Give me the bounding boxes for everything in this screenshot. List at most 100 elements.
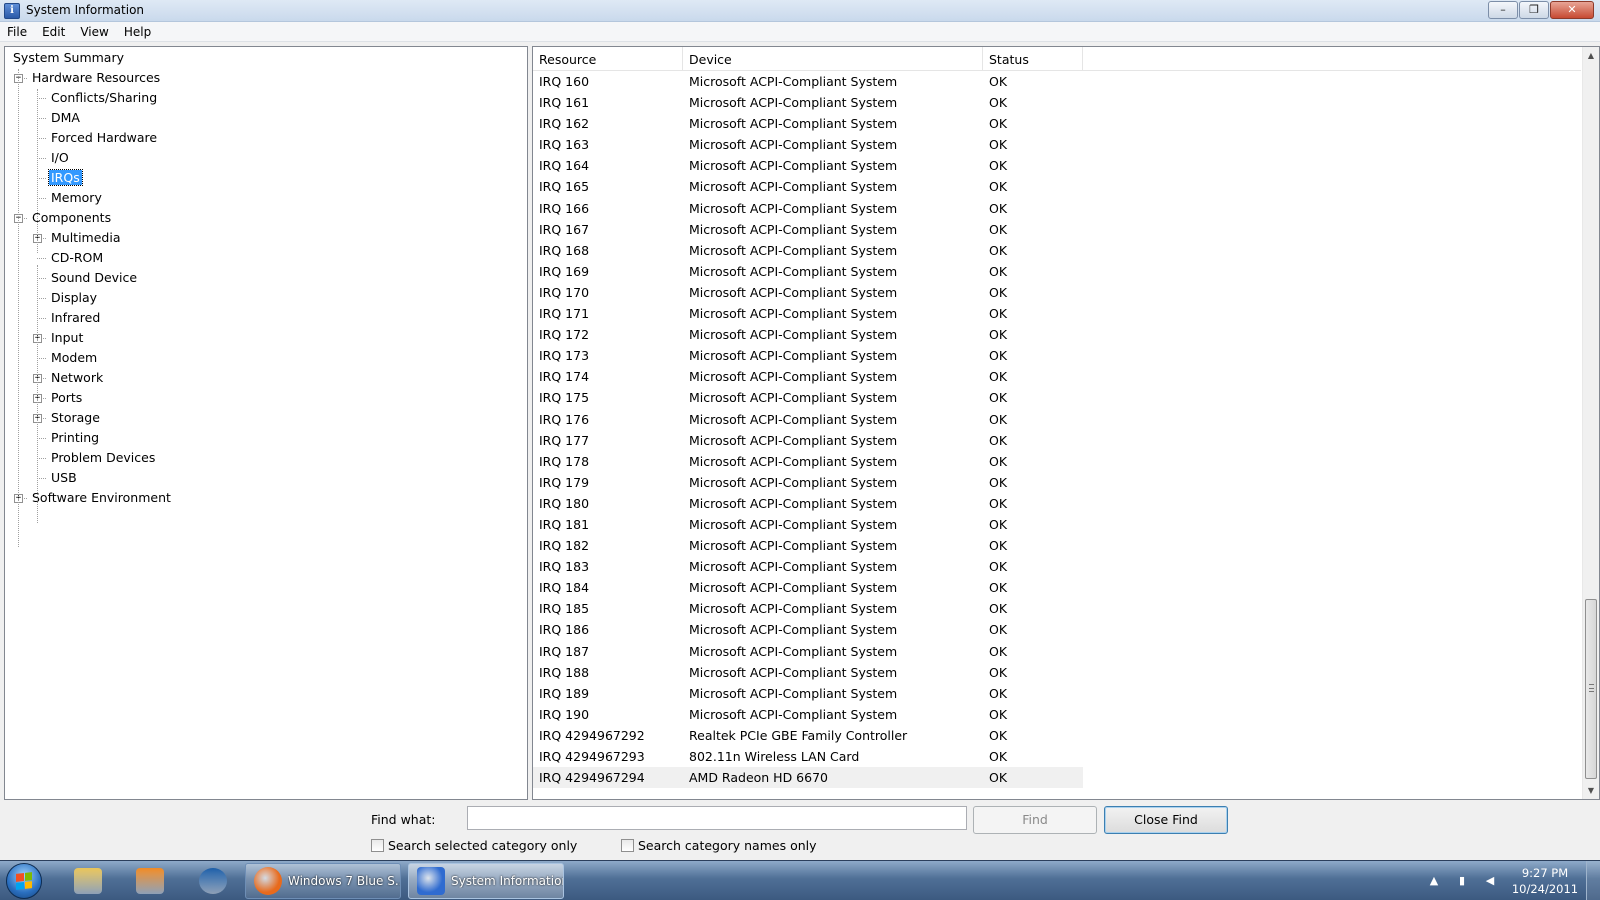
tree-item[interactable]: Hardware Resources — [30, 68, 162, 88]
table-row[interactable]: IRQ 185 Microsoft ACPI-Compliant System OK — [533, 598, 1581, 619]
tree-item[interactable]: Memory — [49, 188, 104, 208]
tree-item[interactable]: Conflicts/Sharing — [49, 88, 159, 108]
cell-device: Microsoft ACPI-Compliant System — [689, 263, 898, 279]
table-row[interactable]: IRQ 165 Microsoft ACPI-Compliant System OK — [533, 176, 1581, 197]
pinned-media-player[interactable] — [122, 865, 178, 897]
tree-item[interactable]: System Summary — [11, 48, 126, 68]
tree-item[interactable]: USB — [49, 468, 79, 488]
table-row[interactable]: IRQ 160 Microsoft ACPI-Compliant System OK — [533, 71, 1581, 92]
cell-resource: IRQ 168 — [539, 242, 590, 258]
menu-view[interactable]: View — [73, 25, 116, 39]
table-row[interactable]: IRQ 189 Microsoft ACPI-Compliant System OK — [533, 683, 1581, 704]
table-row[interactable]: IRQ 188 Microsoft ACPI-Compliant System OK — [533, 662, 1581, 683]
close-find-button[interactable]: Close Find — [1104, 806, 1228, 834]
show-desktop-button[interactable] — [1586, 861, 1600, 900]
category-tree[interactable]: System Summary Hardware Resources − Conflic… — [4, 46, 528, 800]
table-row[interactable]: IRQ 178 Microsoft ACPI-Compliant System OK — [533, 451, 1581, 472]
search-category-names-checkbox[interactable]: Search category names only — [621, 838, 817, 853]
tree-item[interactable]: Forced Hardware — [49, 128, 159, 148]
tree-item[interactable]: Multimedia — [49, 228, 123, 248]
table-row[interactable]: IRQ 183 Microsoft ACPI-Compliant System OK — [533, 556, 1581, 577]
hp-icon — [199, 868, 227, 894]
table-row[interactable]: IRQ 170 Microsoft ACPI-Compliant System OK — [533, 282, 1581, 303]
tree-item[interactable]: IRQs — [48, 168, 83, 188]
tree-item[interactable]: Components — [30, 208, 113, 228]
table-row[interactable]: IRQ 172 Microsoft ACPI-Compliant System OK — [533, 324, 1581, 345]
close-button[interactable]: ✕ — [1550, 1, 1594, 19]
menu-edit[interactable]: Edit — [35, 25, 73, 39]
tree-item[interactable]: Infrared — [49, 308, 102, 328]
table-row[interactable]: IRQ 181 Microsoft ACPI-Compliant System OK — [533, 514, 1581, 535]
tree-item[interactable]: Printing — [49, 428, 101, 448]
tree-item[interactable]: Network — [49, 368, 105, 388]
minimize-button[interactable]: – — [1488, 1, 1518, 19]
table-row[interactable]: IRQ 166 Microsoft ACPI-Compliant System OK — [533, 198, 1581, 219]
tree-item[interactable]: CD-ROM — [49, 248, 105, 268]
tree-connector — [37, 458, 46, 459]
table-row[interactable]: IRQ 180 Microsoft ACPI-Compliant System OK — [533, 493, 1581, 514]
search-selected-category-checkbox[interactable]: Search selected category only — [371, 838, 577, 853]
table-row[interactable]: IRQ 169 Microsoft ACPI-Compliant System OK — [533, 261, 1581, 282]
tree-item[interactable]: Problem Devices — [49, 448, 157, 468]
menu-file[interactable]: File — [0, 25, 35, 39]
checkbox-box[interactable] — [621, 839, 634, 852]
tree-item[interactable]: Software Environment — [30, 488, 173, 508]
cell-status: OK — [989, 158, 1008, 174]
system-tray: ▲ ▮ ◀ — [1420, 861, 1504, 900]
find-button[interactable]: Find — [973, 806, 1097, 834]
vertical-scrollbar[interactable]: ▲ ▼ — [1582, 47, 1599, 799]
table-row[interactable]: IRQ 187 Microsoft ACPI-Compliant System OK — [533, 641, 1581, 662]
find-what-input[interactable] — [467, 806, 967, 830]
show-hidden-icons-icon[interactable]: ▲ — [1426, 874, 1442, 888]
table-row[interactable]: IRQ 168 Microsoft ACPI-Compliant System OK — [533, 240, 1581, 261]
table-row[interactable]: IRQ 171 Microsoft ACPI-Compliant System OK — [533, 303, 1581, 324]
tree-item[interactable]: Input — [49, 328, 85, 348]
table-row[interactable]: IRQ 163 Microsoft ACPI-Compliant System OK — [533, 134, 1581, 155]
table-row[interactable]: IRQ 176 Microsoft ACPI-Compliant System OK — [533, 409, 1581, 430]
table-row[interactable]: IRQ 162 Microsoft ACPI-Compliant System OK — [533, 113, 1581, 134]
pinned-explorer[interactable] — [60, 865, 116, 897]
column-header-device[interactable]: Device — [683, 47, 983, 71]
table-row[interactable]: IRQ 174 Microsoft ACPI-Compliant System OK — [533, 366, 1581, 387]
cell-resource: IRQ 183 — [539, 559, 590, 575]
table-row[interactable]: IRQ 177 Microsoft ACPI-Compliant System OK — [533, 430, 1581, 451]
network-icon[interactable]: ▮ — [1454, 874, 1470, 888]
system-info-app-icon[interactable]: i — [4, 3, 20, 19]
clock[interactable]: 9:27 PM 10/24/2011 — [1510, 865, 1580, 897]
tree-item[interactable]: Modem — [49, 348, 99, 368]
column-header-resource[interactable]: Resource — [533, 47, 683, 71]
task-firefox[interactable]: Windows 7 Blue S... — [245, 863, 401, 899]
scroll-down-arrow-icon[interactable]: ▼ — [1583, 782, 1599, 799]
table-row[interactable]: IRQ 179 Microsoft ACPI-Compliant System OK — [533, 472, 1581, 493]
table-row[interactable]: IRQ 184 Microsoft ACPI-Compliant System OK — [533, 577, 1581, 598]
tree-item[interactable]: Display — [49, 288, 99, 308]
table-row[interactable]: IRQ 182 Microsoft ACPI-Compliant System OK — [533, 535, 1581, 556]
start-button[interactable] — [6, 863, 42, 899]
tree-item[interactable]: Ports — [49, 388, 84, 408]
cell-status: OK — [989, 685, 1008, 701]
table-row[interactable]: IRQ 167 Microsoft ACPI-Compliant System OK — [533, 219, 1581, 240]
table-row[interactable]: IRQ 4294967293 802.11n Wireless LAN Card O… — [533, 746, 1581, 767]
menu-help[interactable]: Help — [117, 25, 159, 39]
column-header-status[interactable]: Status — [983, 47, 1083, 71]
checkbox-box[interactable] — [371, 839, 384, 852]
pinned-hp[interactable] — [185, 865, 241, 897]
table-row[interactable]: IRQ 190 Microsoft ACPI-Compliant System OK — [533, 704, 1581, 725]
resource-list[interactable]: Resource Device Status IRQ 160 Microsoft … — [532, 46, 1600, 800]
scroll-up-arrow-icon[interactable]: ▲ — [1583, 47, 1599, 64]
table-row[interactable]: IRQ 4294967294 AMD Radeon HD 6670 OK — [533, 767, 1083, 789]
table-row[interactable]: IRQ 164 Microsoft ACPI-Compliant System OK — [533, 155, 1581, 176]
scroll-thumb[interactable] — [1585, 599, 1597, 779]
table-row[interactable]: IRQ 175 Microsoft ACPI-Compliant System OK — [533, 387, 1581, 408]
table-row[interactable]: IRQ 161 Microsoft ACPI-Compliant System OK — [533, 92, 1581, 113]
maximize-button[interactable]: ❐ — [1519, 1, 1549, 19]
tree-item[interactable]: DMA — [49, 108, 82, 128]
table-row[interactable]: IRQ 173 Microsoft ACPI-Compliant System OK — [533, 345, 1581, 366]
task-system-information[interactable]: System Information — [408, 863, 564, 899]
table-row[interactable]: IRQ 4294967292 Realtek PCIe GBE Family Co… — [533, 725, 1581, 746]
volume-icon[interactable]: ◀ — [1482, 874, 1498, 888]
tree-item[interactable]: I/O — [49, 148, 71, 168]
tree-item[interactable]: Sound Device — [49, 268, 139, 288]
tree-item[interactable]: Storage — [49, 408, 102, 428]
table-row[interactable]: IRQ 186 Microsoft ACPI-Compliant System OK — [533, 619, 1581, 640]
